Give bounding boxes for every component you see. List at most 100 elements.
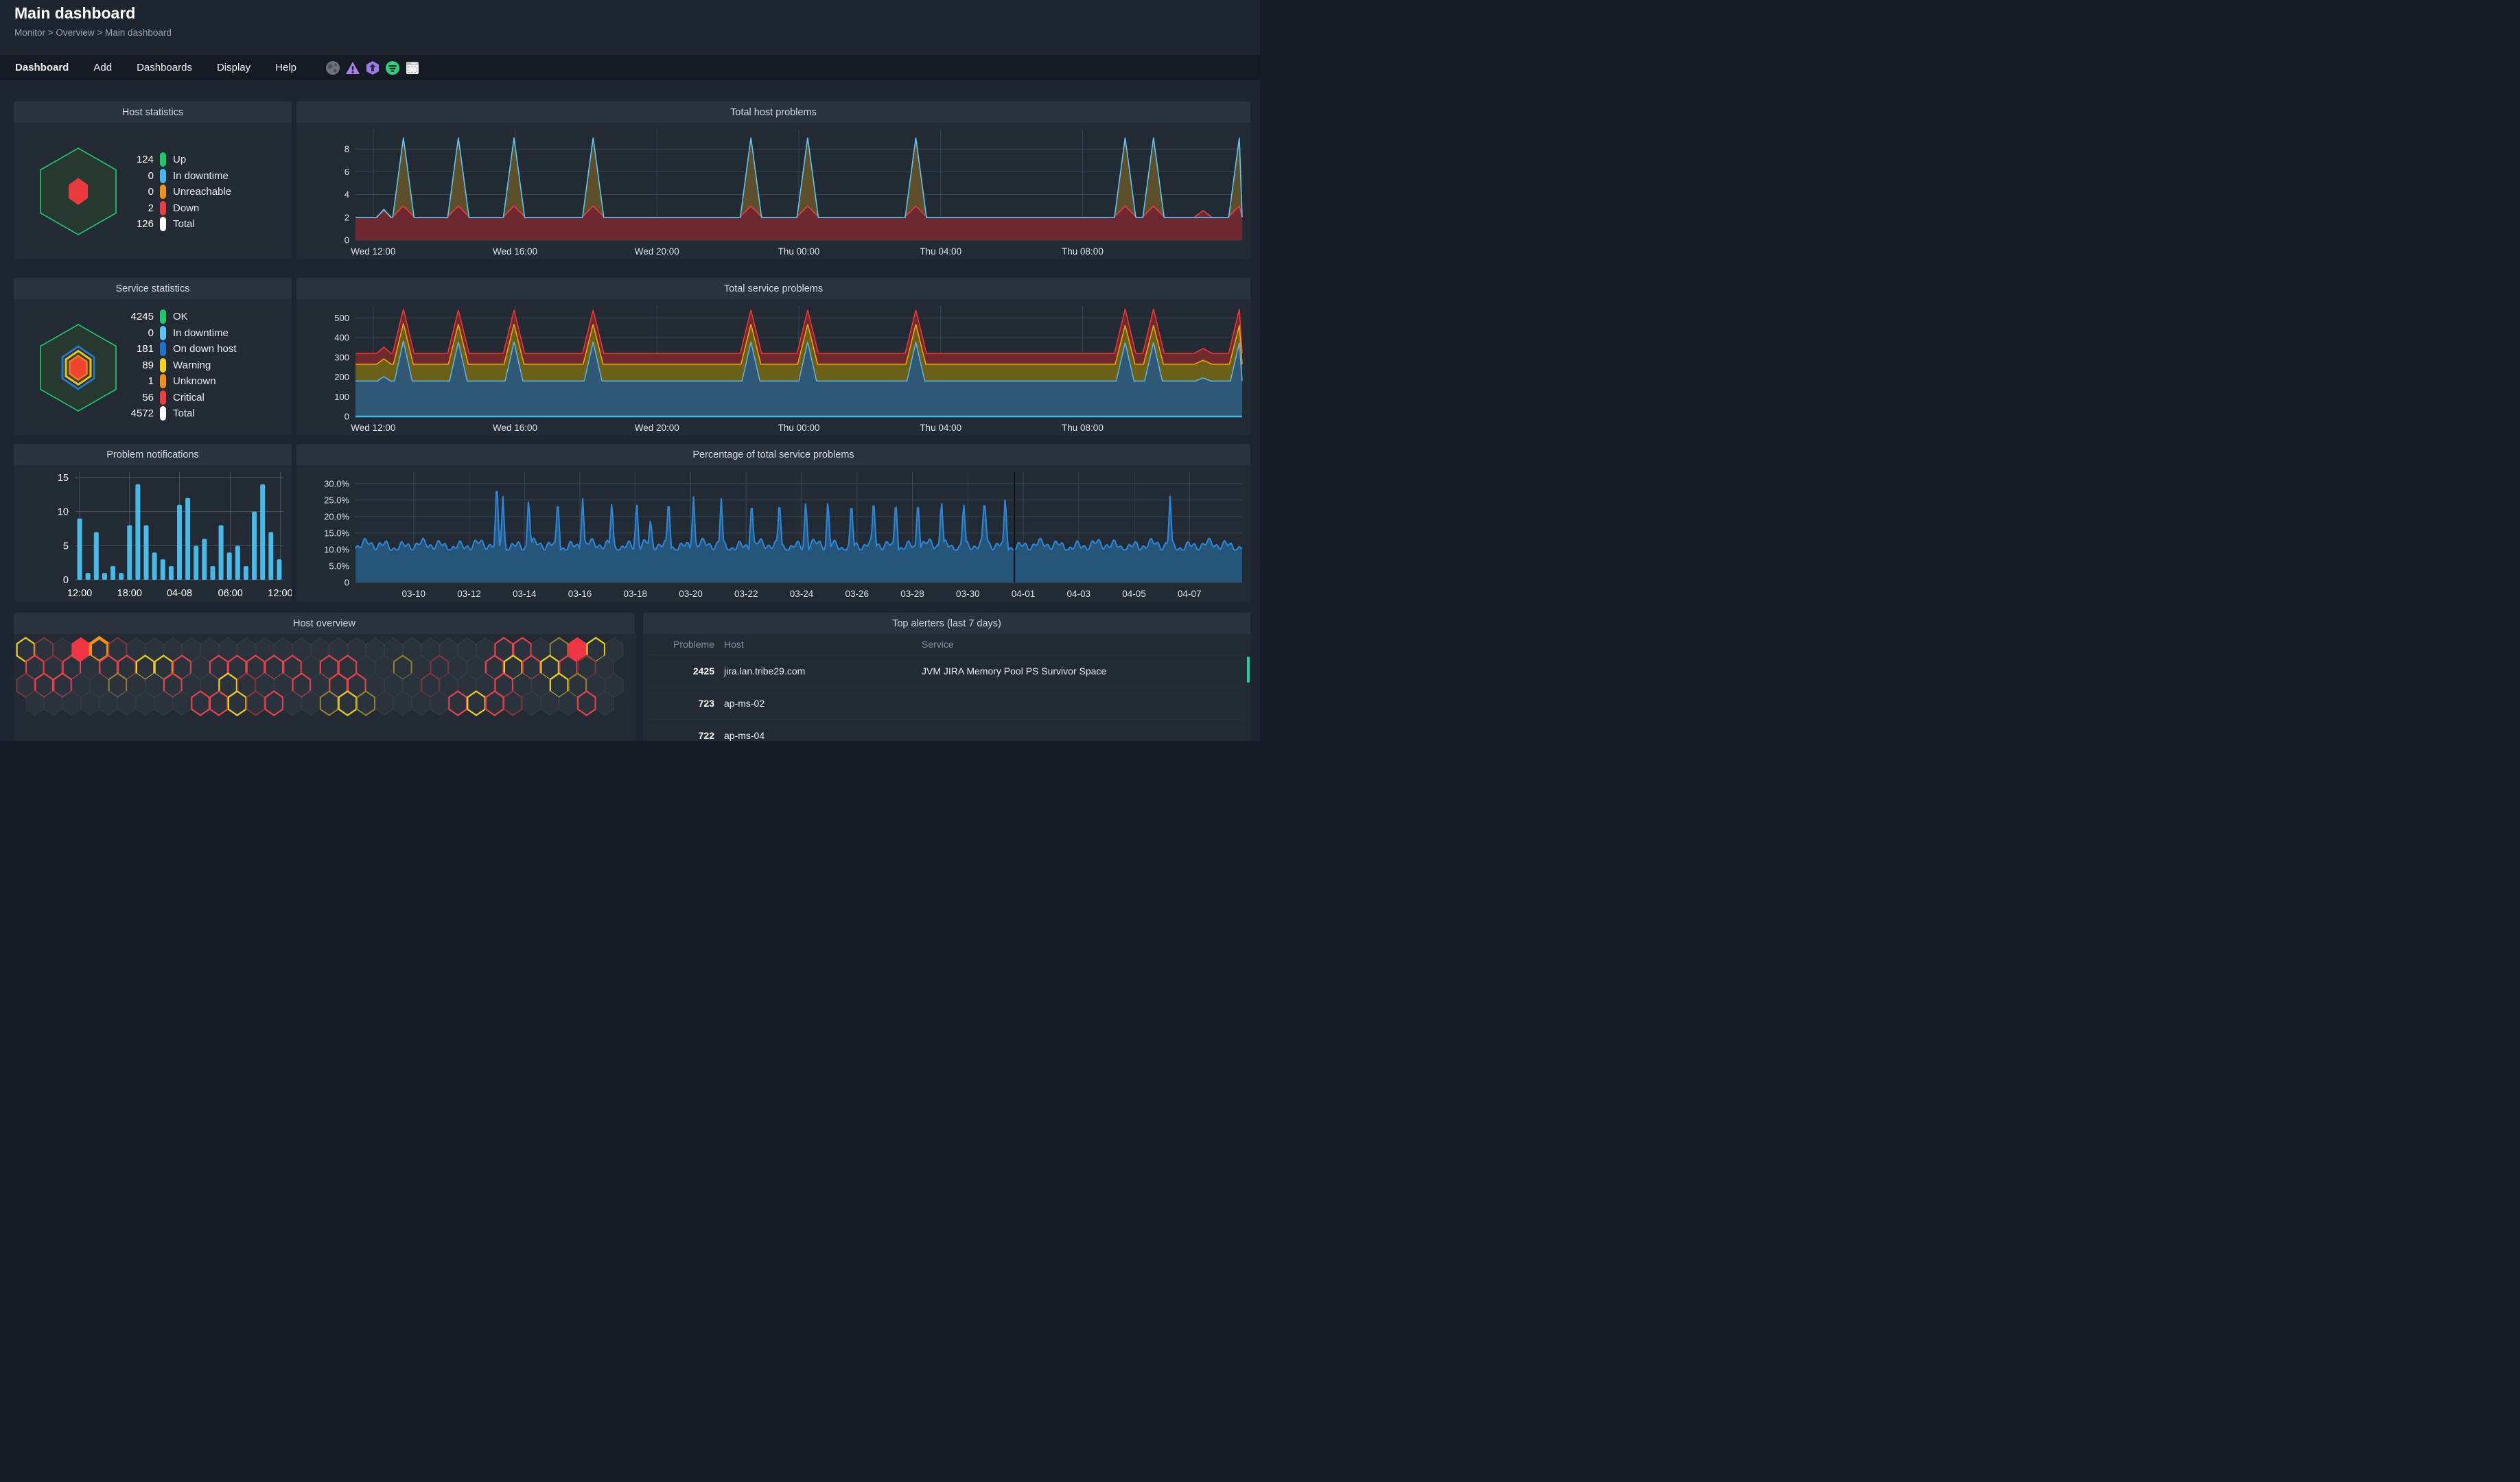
panel-problem-notifications: Problem notifications 05101512:0018:0004… — [14, 444, 292, 602]
host-hexagon[interactable] — [578, 692, 596, 716]
warning-triangle-icon[interactable] — [345, 60, 360, 75]
alerter-row[interactable]: 2425 jira.lan.tribe29.comJVM JIRA Memory … — [649, 655, 1245, 687]
legend-value: 56 — [115, 392, 154, 403]
top-alerters-header: Probleme Host Service — [649, 634, 1245, 655]
host-hexagon[interactable] — [210, 692, 228, 716]
problem-count: 722 — [649, 730, 714, 741]
legend-value: 124 — [115, 154, 154, 165]
panel-title: Service statistics — [14, 278, 292, 299]
host-hexagon[interactable] — [504, 692, 522, 716]
legend-color-pill — [160, 326, 166, 340]
legend-row-unreachable: 0Unreachable — [115, 184, 288, 200]
svg-text:5.0%: 5.0% — [329, 561, 349, 571]
panel-title: Top alerters (last 7 days) — [643, 613, 1250, 634]
svg-text:10.0%: 10.0% — [324, 544, 349, 554]
alerter-row[interactable]: 722 ap-ms-04 — [649, 720, 1245, 741]
svg-text:Wed 20:00: Wed 20:00 — [635, 423, 679, 433]
window-snapin-icon[interactable] — [405, 60, 420, 75]
problem-count: 2425 — [649, 666, 714, 677]
svg-text:200: 200 — [334, 372, 349, 382]
host-hexagon[interactable] — [320, 692, 338, 716]
host-name[interactable]: ap-ms-04 — [724, 730, 922, 741]
svg-text:15: 15 — [58, 473, 69, 484]
globe-icon[interactable] — [325, 60, 340, 75]
svg-text:04-07: 04-07 — [1178, 589, 1202, 599]
legend-row-critical: 56Critical — [115, 390, 288, 406]
host-hexagon[interactable] — [339, 692, 357, 716]
host-hexagon[interactable] — [358, 692, 375, 716]
legend-row-warning: 89Warning — [115, 357, 288, 374]
svg-text:Thu 08:00: Thu 08:00 — [1062, 423, 1104, 433]
legend-row-in-downtime: 0In downtime — [115, 168, 288, 185]
legend-label: Total — [173, 218, 195, 230]
menu-item-display[interactable]: Display — [217, 62, 250, 73]
legend-color-pill — [160, 309, 166, 324]
svg-text:Thu 04:00: Thu 04:00 — [920, 423, 961, 433]
svg-text:100: 100 — [334, 392, 349, 402]
hexagon-up-icon[interactable] — [365, 60, 380, 75]
legend-value: 2 — [115, 202, 154, 214]
svg-text:400: 400 — [334, 333, 349, 343]
svg-text:04-05: 04-05 — [1122, 589, 1146, 599]
host-hexagon[interactable] — [229, 692, 246, 716]
menu-item-dashboard[interactable]: Dashboard — [15, 62, 69, 73]
svg-text:Thu 04:00: Thu 04:00 — [920, 246, 961, 257]
legend-label: On down host — [173, 343, 237, 355]
service-name[interactable]: JVM JIRA Memory Pool PS Survivor Space — [922, 666, 1245, 677]
panel-title: Total service problems — [296, 278, 1250, 299]
host-hexagon[interactable] — [191, 692, 209, 716]
svg-text:06:00: 06:00 — [218, 588, 243, 599]
svg-text:20.0%: 20.0% — [324, 511, 349, 521]
scrollbar-thumb[interactable] — [1247, 657, 1250, 683]
svg-text:03-16: 03-16 — [568, 589, 592, 599]
svg-text:300: 300 — [334, 352, 349, 362]
legend-color-pill — [160, 201, 166, 215]
svg-text:4: 4 — [345, 189, 349, 200]
menu-icons — [325, 60, 420, 75]
panel-host-statistics: Host statistics 124Up0In downtime0Unreac… — [14, 102, 292, 259]
alerter-row[interactable]: 723ap-ms-02 — [649, 687, 1245, 720]
svg-text:0: 0 — [63, 575, 69, 586]
legend-row-on-down-host: 181On down host — [115, 341, 288, 357]
page-title: Main dashboard — [14, 4, 135, 23]
total-service-problems-chart: 0100200300400500Wed 12:00Wed 16:00Wed 20… — [296, 299, 1250, 436]
legend-value: 0 — [115, 170, 154, 182]
host-name[interactable]: ap-ms-02 — [724, 698, 922, 709]
legend-label: Unreachable — [173, 186, 231, 198]
host-hexagon[interactable] — [486, 692, 504, 716]
svg-text:03-26: 03-26 — [845, 589, 870, 599]
host-hexagon[interactable] — [247, 692, 265, 716]
panel-percentage-service-problems: Percentage of total service problems 05.… — [296, 444, 1250, 602]
host-hexagon[interactable] — [467, 692, 485, 716]
legend-color-pill — [160, 406, 166, 421]
svg-text:Thu 08:00: Thu 08:00 — [1062, 246, 1104, 257]
filter-icon[interactable] — [385, 60, 400, 75]
legend-color-pill — [160, 185, 166, 199]
panel-title: Total host problems — [296, 102, 1250, 123]
menu-item-dashboards[interactable]: Dashboards — [137, 62, 192, 73]
svg-text:04-08: 04-08 — [167, 588, 192, 599]
host-name[interactable]: jira.lan.tribe29.com — [724, 666, 922, 677]
problem-notifications-chart: 05101512:0018:0004-0806:0012:00 — [14, 465, 292, 602]
svg-text:0: 0 — [345, 235, 349, 246]
legend-label: Total — [173, 408, 195, 419]
svg-text:15.0%: 15.0% — [324, 528, 349, 538]
legend-label: In downtime — [173, 327, 229, 339]
host-hexagon[interactable] — [266, 692, 283, 716]
menu-item-add[interactable]: Add — [93, 62, 112, 73]
svg-text:8: 8 — [345, 144, 349, 154]
svg-text:0: 0 — [345, 578, 349, 588]
dashboard-page: Main dashboard Monitor > Overview > Main… — [0, 0, 1260, 741]
svg-text:30.0%: 30.0% — [324, 478, 349, 489]
svg-text:0: 0 — [345, 412, 349, 422]
menu-item-help[interactable]: Help — [275, 62, 296, 73]
legend-color-pill — [160, 152, 166, 167]
panel-title: Problem notifications — [14, 444, 292, 465]
breadcrumb: Monitor > Overview > Main dashboard — [14, 27, 172, 38]
svg-text:12:00: 12:00 — [268, 588, 292, 599]
svg-text:25.0%: 25.0% — [324, 495, 349, 505]
svg-text:Wed 16:00: Wed 16:00 — [493, 423, 537, 433]
service-stats-legend: 4245OK0In downtime181On down host89Warni… — [115, 309, 288, 422]
menu-bar: Dashboard Add Dashboards Display Help — [0, 55, 1260, 80]
host-hexagon[interactable] — [449, 692, 467, 716]
